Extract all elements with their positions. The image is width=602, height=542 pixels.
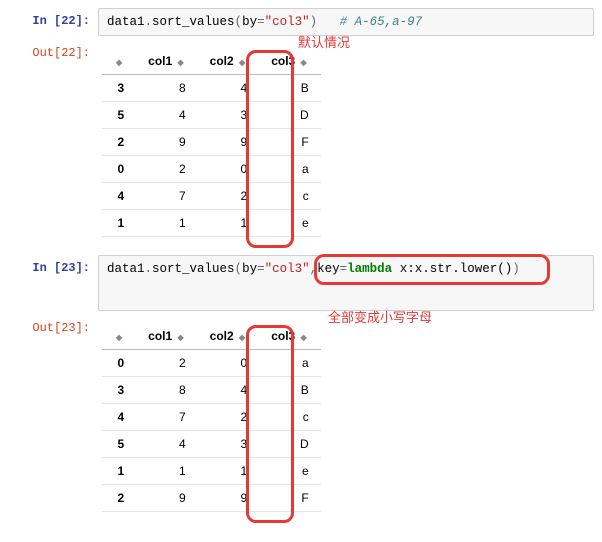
table-row: 020a (102, 350, 321, 377)
out-area-22: 默认情况 ◆ col1 ◆ col2 ◆ col3 ◆ 384B 543D 29… (98, 40, 594, 251)
table-row: 472c (102, 183, 321, 210)
sort-icon: ◆ (116, 333, 122, 342)
sort-icon: ◆ (239, 333, 245, 342)
annotation-23: 全部变成小写字母 (328, 307, 432, 326)
sort-icon: ◆ (301, 333, 307, 342)
sort-icon: ◆ (178, 58, 184, 67)
cell-23-output: Out[23]: 全部变成小写字母 ◆ col1 ◆ col2 ◆ col3 ◆… (8, 315, 594, 526)
out-prompt-22: Out[22]: (8, 40, 98, 60)
dataframe-23: ◆ col1 ◆ col2 ◆ col3 ◆ 020a 384B 472c 54… (102, 323, 321, 512)
col-header[interactable]: col3 ◆ (259, 48, 321, 75)
table-row: 472c (102, 404, 321, 431)
table-row: 299F (102, 485, 321, 512)
code-23[interactable]: data1.sort_values(by="col3",key=lambda x… (98, 255, 594, 311)
cell-23-input: In [23]: data1.sort_values(by="col3",key… (8, 255, 594, 311)
table-row: 384B (102, 377, 321, 404)
table-row: 111e (102, 210, 321, 237)
sort-icon: ◆ (301, 58, 307, 67)
table-body-23: 020a 384B 472c 543D 111e 299F (102, 350, 321, 512)
col-header[interactable]: col1 ◆ (136, 48, 198, 75)
in-prompt-23: In [23]: (8, 255, 98, 275)
table-body-22: 384B 543D 299F 020a 472c 111e (102, 75, 321, 237)
cell-22-output: Out[22]: 默认情况 ◆ col1 ◆ col2 ◆ col3 ◆ 384… (8, 40, 594, 251)
annotation-22: 默认情况 (298, 32, 350, 51)
table-row: 020a (102, 156, 321, 183)
index-header[interactable]: ◆ (102, 48, 136, 75)
table-row: 384B (102, 75, 321, 102)
out-area-23: 全部变成小写字母 ◆ col1 ◆ col2 ◆ col3 ◆ 020a 384… (98, 315, 594, 526)
col-header[interactable]: col2 ◆ (198, 48, 260, 75)
table-row: 543D (102, 431, 321, 458)
table-row: 299F (102, 129, 321, 156)
index-header[interactable]: ◆ (102, 323, 136, 350)
table-row: 111e (102, 458, 321, 485)
table-header-row: ◆ col1 ◆ col2 ◆ col3 ◆ (102, 48, 321, 75)
col-header[interactable]: col2 ◆ (198, 323, 260, 350)
sort-icon: ◆ (178, 333, 184, 342)
table-header-row: ◆ col1 ◆ col2 ◆ col3 ◆ (102, 323, 321, 350)
sort-icon: ◆ (116, 58, 122, 67)
col-header[interactable]: col1 ◆ (136, 323, 198, 350)
dataframe-22: ◆ col1 ◆ col2 ◆ col3 ◆ 384B 543D 299F 02… (102, 48, 321, 237)
table-row: 543D (102, 102, 321, 129)
sort-icon: ◆ (239, 58, 245, 67)
col-header[interactable]: col3 ◆ (259, 323, 321, 350)
in-prompt-22: In [22]: (8, 8, 98, 28)
out-prompt-23: Out[23]: (8, 315, 98, 335)
